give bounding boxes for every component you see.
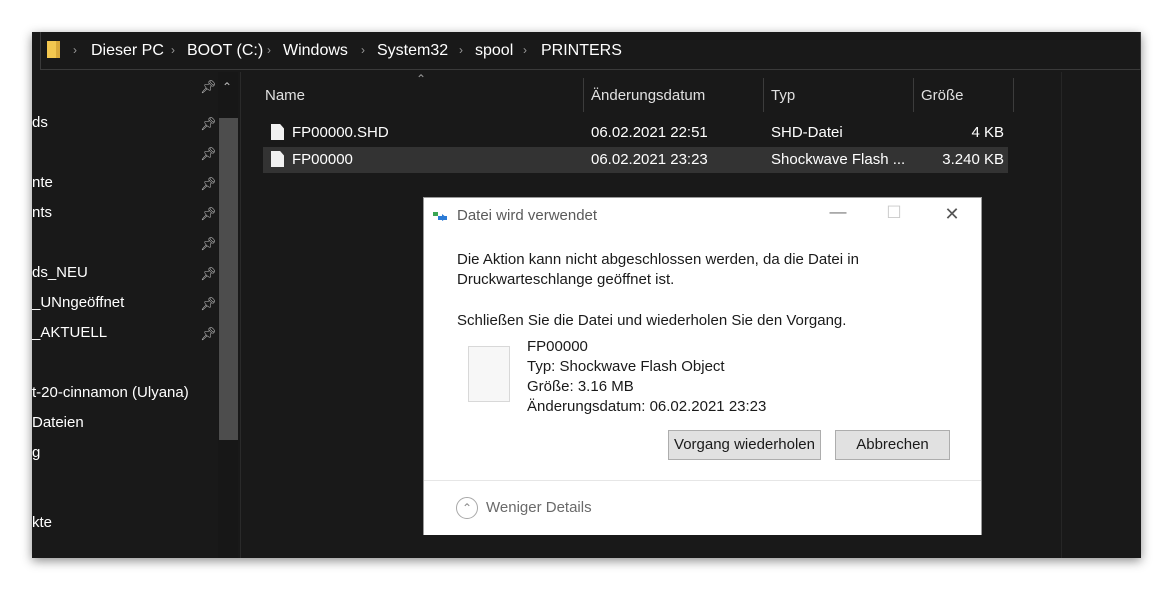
pin-icon: 📌︎: [200, 146, 217, 161]
chevron-up-icon[interactable]: ⌃: [456, 497, 478, 519]
column-header-size[interactable]: Größe: [921, 87, 964, 104]
chevron-right-icon[interactable]: ›: [171, 43, 175, 57]
nav-scrollbar-thumb[interactable]: [219, 118, 238, 440]
scroll-up-icon[interactable]: ⌃: [222, 80, 232, 94]
file-row-selected[interactable]: FP00000 06.02.2021 23:23 Shockwave Flash…: [263, 147, 1008, 173]
folder-icon: [47, 41, 60, 58]
minimize-button[interactable]: —: [824, 202, 852, 222]
breadcrumb-item[interactable]: spool: [475, 42, 513, 60]
file-size: 3.240 KB: [942, 151, 1004, 168]
column-divider[interactable]: [763, 78, 764, 112]
breadcrumb-item[interactable]: Windows: [283, 42, 348, 60]
nav-item[interactable]: _UNngeöffnet: [32, 294, 124, 311]
dialog-footer: ⌃ Weniger Details: [424, 480, 981, 535]
pin-icon: 📌︎: [200, 79, 217, 94]
chevron-right-icon[interactable]: ›: [361, 43, 365, 57]
nav-item[interactable]: t-20-cinnamon (Ulyana): [32, 384, 189, 401]
less-details-toggle[interactable]: Weniger Details: [486, 499, 592, 516]
file-transfer-icon: [433, 212, 447, 221]
sort-ascending-icon: ⌃: [416, 72, 427, 86]
chevron-right-icon[interactable]: ›: [267, 43, 271, 57]
nav-item[interactable]: ds_NEU: [32, 264, 88, 281]
file-info-date: Änderungsdatum: 06.02.2021 23:23: [527, 398, 767, 415]
chevron-right-icon[interactable]: ›: [73, 43, 77, 57]
file-type: SHD-Datei: [771, 124, 843, 141]
pin-icon: 📌︎: [200, 176, 217, 191]
file-in-use-dialog: Datei wird verwendet — ☐ ✕ Die Aktion ka…: [423, 197, 982, 535]
cancel-button[interactable]: Abbrechen: [835, 430, 950, 460]
file-icon: [271, 124, 284, 140]
column-header-date[interactable]: Änderungsdatum: [591, 87, 705, 104]
dialog-title: Datei wird verwendet: [457, 207, 598, 224]
pin-icon: 📌︎: [200, 116, 217, 131]
file-icon: [271, 151, 284, 167]
file-name: FP00000: [292, 151, 353, 168]
dialog-message: Die Aktion kann nicht abgeschlossen werd…: [457, 251, 859, 268]
pin-icon: 📌︎: [200, 236, 217, 251]
chevron-right-icon[interactable]: ›: [459, 43, 463, 57]
dialog-instruction: Schließen Sie die Datei und wiederholen …: [457, 312, 847, 329]
nav-item[interactable]: g: [32, 444, 40, 461]
file-type: Shockwave Flash ...: [771, 151, 906, 168]
nav-item[interactable]: Dateien: [32, 414, 84, 431]
retry-button[interactable]: Vorgang wiederholen: [668, 430, 821, 460]
dialog-message-cont: Druckwarteschlange geöffnet ist.: [457, 271, 675, 288]
file-info-type: Typ: Shockwave Flash Object: [527, 358, 725, 375]
breadcrumb-item[interactable]: BOOT (C:): [187, 42, 263, 60]
file-info-size: Größe: 3.16 MB: [527, 378, 634, 395]
breadcrumb-item[interactable]: Dieser PC: [91, 42, 164, 60]
close-button[interactable]: ✕: [938, 204, 966, 225]
nav-item[interactable]: nte: [32, 174, 53, 191]
address-bar[interactable]: › Dieser PC › BOOT (C:) › Windows › Syst…: [40, 32, 1141, 70]
nav-item[interactable]: ds: [32, 114, 48, 131]
file-row[interactable]: FP00000.SHD 06.02.2021 22:51 SHD-Datei 4…: [263, 120, 1008, 146]
document-icon: [468, 346, 510, 402]
navigation-pane: 📌︎ ds 📌︎ 📌︎ nte 📌︎ nts 📌︎ 📌︎ ds_NEU 📌︎ _…: [32, 72, 240, 558]
column-header-name[interactable]: Name: [265, 87, 305, 104]
pin-icon: 📌︎: [200, 206, 217, 221]
pane-divider: [1061, 72, 1062, 558]
file-info-name: FP00000: [527, 338, 588, 355]
nav-item[interactable]: kte: [32, 514, 52, 531]
chevron-right-icon[interactable]: ›: [523, 43, 527, 57]
column-divider[interactable]: [1013, 78, 1014, 112]
column-header-type[interactable]: Typ: [771, 87, 795, 104]
maximize-button: ☐: [886, 203, 902, 222]
pin-icon: 📌︎: [200, 326, 217, 341]
file-size: 4 KB: [971, 124, 1004, 141]
pin-icon: 📌︎: [200, 266, 217, 281]
breadcrumb-item[interactable]: System32: [377, 42, 448, 60]
nav-item[interactable]: nts: [32, 204, 52, 221]
pin-icon: 📌︎: [200, 296, 217, 311]
file-date: 06.02.2021 23:23: [591, 151, 708, 168]
column-divider[interactable]: [583, 78, 584, 112]
breadcrumb-item[interactable]: PRINTERS: [541, 42, 622, 60]
file-date: 06.02.2021 22:51: [591, 124, 708, 141]
column-divider[interactable]: [913, 78, 914, 112]
nav-item[interactable]: _AKTUELL: [32, 324, 107, 341]
file-name: FP00000.SHD: [292, 124, 389, 141]
